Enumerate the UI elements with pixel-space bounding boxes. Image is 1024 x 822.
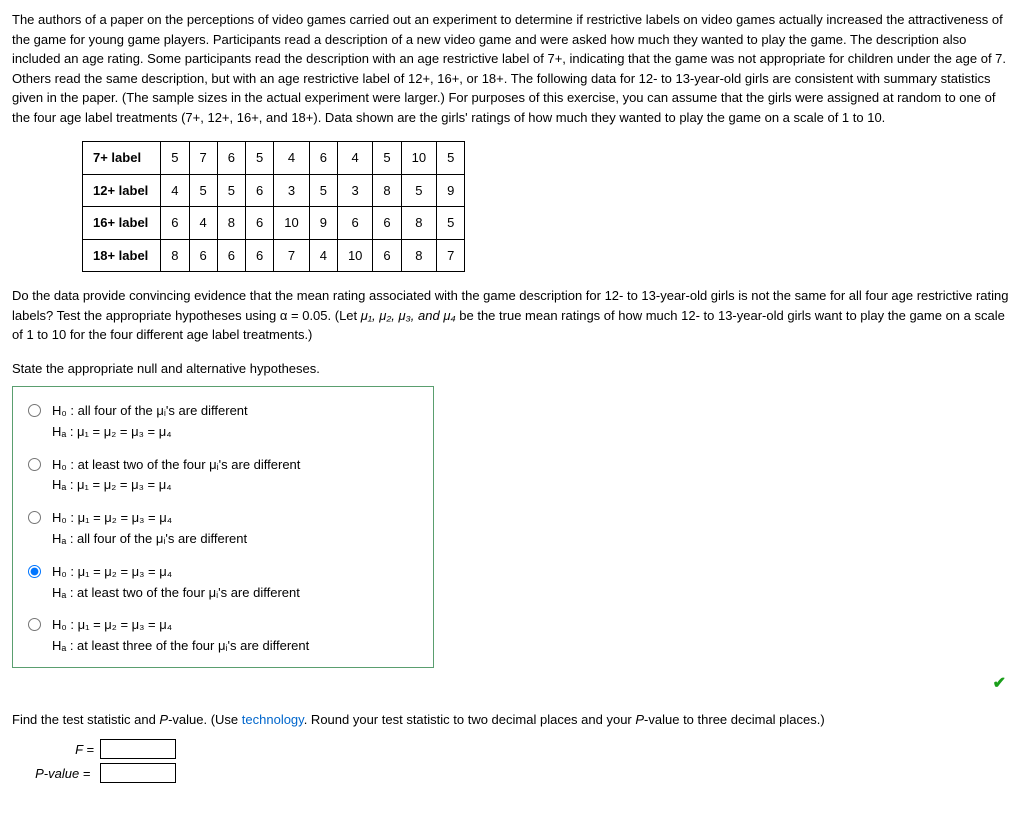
option-3-text: H₀ : μ₁ = μ₂ = μ₃ = μ₄ Hₐ : all four of … [52,508,247,550]
row-label: 16+ label [83,207,161,240]
opt2-ha: Hₐ : μ₁ = μ₂ = μ₃ = μ₄ [52,477,172,492]
data-cell: 9 [309,207,337,240]
data-cell: 4 [309,239,337,272]
data-cell: 6 [189,239,217,272]
find-p4: -value to three decimal places.) [644,712,825,727]
data-cell: 5 [437,142,465,175]
data-cell: 6 [246,174,274,207]
data-cell: 3 [337,174,372,207]
row-label: 18+ label [83,239,161,272]
data-cell: 5 [246,142,274,175]
opt4-h0: H₀ : μ₁ = μ₂ = μ₃ = μ₄ [52,564,172,579]
data-cell: 10 [401,142,436,175]
data-cell: 5 [189,174,217,207]
row-label: 12+ label [83,174,161,207]
opt2-h0: H₀ : at least two of the four μᵢ's are d… [52,457,300,472]
data-cell: 6 [246,207,274,240]
table-row: 7+ label57654645105 [83,142,465,175]
opt4-ha: Hₐ : at least two of the four μᵢ's are d… [52,585,300,600]
data-cell: 8 [401,239,436,272]
pvalue-p: P [35,766,44,781]
f-answer-row: F = [12,739,1012,759]
radio-option-4[interactable] [28,565,41,578]
radio-option-2[interactable] [28,458,41,471]
option-1[interactable]: H₀ : all four of the μᵢ's are different … [23,401,423,443]
question-text: Do the data provide convincing evidence … [12,286,1012,345]
problem-intro: The authors of a paper on the perception… [12,10,1012,127]
data-cell: 7 [274,239,309,272]
data-cell: 4 [274,142,309,175]
data-cell: 5 [437,207,465,240]
options-panel: H₀ : all four of the μᵢ's are different … [12,386,434,668]
opt1-ha: Hₐ : μ₁ = μ₂ = μ₃ = μ₄ [52,424,172,439]
data-cell: 6 [373,207,401,240]
option-2-text: H₀ : at least two of the four μᵢ's are d… [52,455,300,497]
correct-indicator: ✔ [12,672,1012,696]
data-cell: 5 [309,174,337,207]
data-cell: 3 [274,174,309,207]
data-cell: 4 [189,207,217,240]
f-input[interactable] [100,739,176,759]
opt1-h0: H₀ : all four of the μᵢ's are different [52,403,248,418]
data-cell: 5 [217,174,245,207]
option-5-text: H₀ : μ₁ = μ₂ = μ₃ = μ₄ Hₐ : at least thr… [52,615,309,657]
find-p3: . Round your test statistic to two decim… [304,712,636,727]
hypothesis-prompt: State the appropriate null and alternati… [12,359,1012,379]
find-pv1: P [159,712,168,727]
pvalue-label: P-value = [12,764,100,784]
table-row: 16+ label64861096685 [83,207,465,240]
data-cell: 5 [161,142,189,175]
find-p1: Find the test statistic and [12,712,159,727]
data-cell: 4 [161,174,189,207]
opt3-h0: H₀ : μ₁ = μ₂ = μ₃ = μ₄ [52,510,172,525]
option-2[interactable]: H₀ : at least two of the four μᵢ's are d… [23,455,423,497]
data-cell: 6 [161,207,189,240]
data-cell: 10 [274,207,309,240]
radio-option-3[interactable] [28,511,41,524]
check-icon: ✔ [993,675,1006,692]
data-cell: 8 [217,207,245,240]
data-cell: 7 [437,239,465,272]
technology-link[interactable]: technology [242,712,304,727]
mu-list: μ₁, μ₂, μ₃, and μ₄ [361,308,456,323]
data-cell: 6 [217,142,245,175]
opt5-h0: H₀ : μ₁ = μ₂ = μ₃ = μ₄ [52,617,172,632]
radio-option-5[interactable] [28,618,41,631]
option-5[interactable]: H₀ : μ₁ = μ₂ = μ₃ = μ₄ Hₐ : at least thr… [23,615,423,657]
row-label: 7+ label [83,142,161,175]
data-cell: 10 [337,239,372,272]
data-cell: 8 [401,207,436,240]
data-cell: 5 [401,174,436,207]
radio-option-1[interactable] [28,404,41,417]
option-4[interactable]: H₀ : μ₁ = μ₂ = μ₃ = μ₄ Hₐ : at least two… [23,562,423,604]
data-cell: 5 [373,142,401,175]
opt3-ha: Hₐ : all four of the μᵢ's are different [52,531,247,546]
data-cell: 4 [337,142,372,175]
option-3[interactable]: H₀ : μ₁ = μ₂ = μ₃ = μ₄ Hₐ : all four of … [23,508,423,550]
option-4-text: H₀ : μ₁ = μ₂ = μ₃ = μ₄ Hₐ : at least two… [52,562,300,604]
f-label: F = [22,740,100,760]
pvalue-answer-row: P-value = [12,763,1012,783]
data-cell: 9 [437,174,465,207]
data-cell: 7 [189,142,217,175]
data-cell: 6 [373,239,401,272]
table-row: 12+ label4556353859 [83,174,465,207]
data-cell: 6 [246,239,274,272]
data-cell: 8 [373,174,401,207]
pvalue-input[interactable] [100,763,176,783]
data-cell: 6 [309,142,337,175]
opt5-ha: Hₐ : at least three of the four μᵢ's are… [52,638,309,653]
data-cell: 6 [337,207,372,240]
find-p2: -value. (Use [168,712,242,727]
find-test-stat-prompt: Find the test statistic and P-value. (Us… [12,710,1012,730]
data-cell: 8 [161,239,189,272]
ratings-table: 7+ label5765464510512+ label455635385916… [82,141,465,272]
table-row: 18+ label86667410687 [83,239,465,272]
find-pv2: P [635,712,644,727]
option-1-text: H₀ : all four of the μᵢ's are different … [52,401,248,443]
data-cell: 6 [217,239,245,272]
